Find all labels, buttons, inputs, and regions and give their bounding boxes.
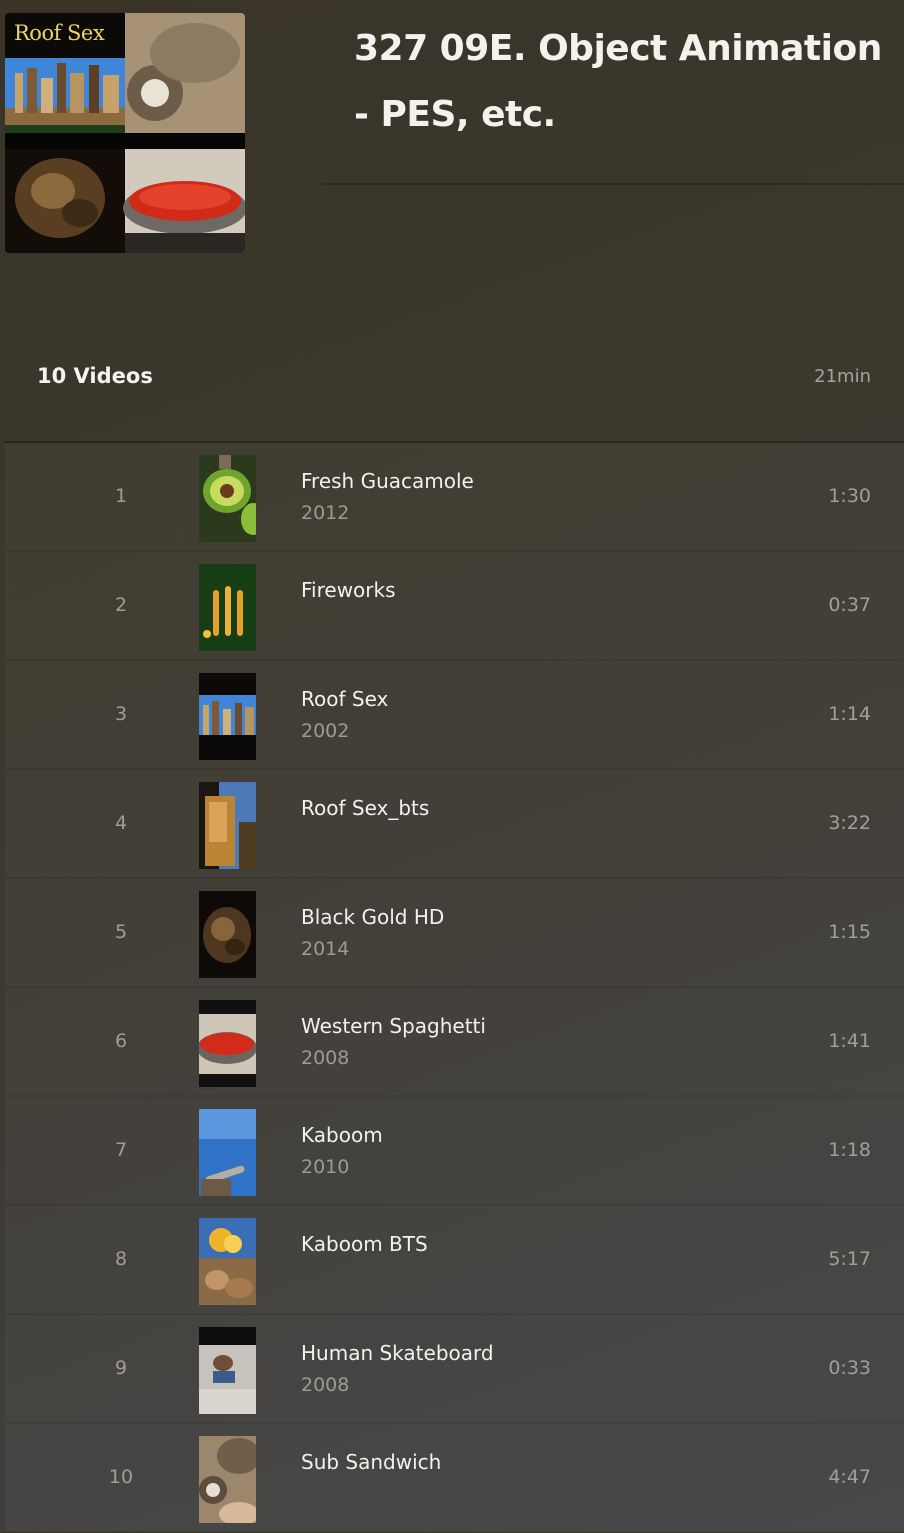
video-thumbnail[interactable] xyxy=(199,1000,256,1087)
video-title[interactable]: Kaboom BTS xyxy=(301,1232,428,1256)
video-row[interactable]: 6 Western Spaghetti 2008 1:41 xyxy=(5,988,904,1095)
video-index: 1 xyxy=(114,485,128,507)
video-row[interactable]: 2 Fireworks 0:37 xyxy=(5,552,904,659)
video-title[interactable]: Fireworks xyxy=(301,578,396,602)
video-title[interactable]: Roof Sex xyxy=(301,687,388,711)
video-year: 2008 xyxy=(301,1047,350,1069)
video-thumbnail[interactable] xyxy=(199,564,256,651)
cover-title-text: Roof Sex xyxy=(14,21,105,45)
playlist-cover-image[interactable]: Roof Sex xyxy=(5,13,245,253)
video-duration: 1:30 xyxy=(828,485,871,507)
playlist-header: Roof Sex 327 09E. Object Animation - PES… xyxy=(0,0,904,300)
video-duration: 0:33 xyxy=(828,1357,871,1379)
video-year: 2014 xyxy=(301,938,350,960)
video-thumbnail[interactable] xyxy=(199,455,256,542)
video-index: 2 xyxy=(114,594,128,616)
video-thumbnail[interactable] xyxy=(199,782,256,869)
video-duration: 0:37 xyxy=(828,594,871,616)
total-duration: 21min xyxy=(814,366,871,387)
video-year: 2010 xyxy=(301,1156,350,1178)
playlist-title: 327 09E. Object Animation - PES, etc. xyxy=(354,28,882,135)
video-duration: 5:17 xyxy=(828,1248,871,1270)
video-thumbnail[interactable] xyxy=(199,673,256,760)
video-duration: 3:22 xyxy=(828,812,871,834)
video-title[interactable]: Fresh Guacamole xyxy=(301,469,474,493)
video-duration: 1:41 xyxy=(828,1030,871,1052)
video-duration: 1:18 xyxy=(828,1139,871,1161)
video-title[interactable]: Human Skateboard xyxy=(301,1341,494,1365)
video-duration: 1:15 xyxy=(828,921,871,943)
video-title[interactable]: Western Spaghetti xyxy=(301,1014,486,1038)
video-year: 2012 xyxy=(301,502,350,524)
video-row[interactable]: 1 Fresh Guacamole 2012 1:30 xyxy=(5,443,904,550)
video-index: 5 xyxy=(114,921,128,943)
video-row[interactable]: 3 Roof Sex 2002 1:14 xyxy=(5,661,904,768)
video-thumbnail[interactable] xyxy=(199,1218,256,1305)
video-thumbnail[interactable] xyxy=(199,1327,256,1414)
video-row[interactable]: 5 Black Gold HD 2014 1:15 xyxy=(5,879,904,986)
video-row[interactable]: 7 Kaboom 2010 1:18 xyxy=(5,1097,904,1204)
video-index: 3 xyxy=(114,703,128,725)
video-row[interactable]: 10 Sub Sandwich 4:47 xyxy=(5,1424,904,1531)
video-index: 9 xyxy=(114,1357,128,1379)
video-year: 2008 xyxy=(301,1374,350,1396)
video-title[interactable]: Roof Sex_bts xyxy=(301,796,429,820)
video-count: 10 Videos xyxy=(37,364,153,388)
video-title[interactable]: Sub Sandwich xyxy=(301,1450,441,1474)
video-title[interactable]: Black Gold HD xyxy=(301,905,444,929)
video-duration: 4:47 xyxy=(828,1466,871,1488)
video-index: 6 xyxy=(114,1030,128,1052)
video-row[interactable]: 4 Roof Sex_bts 3:22 xyxy=(5,770,904,877)
video-duration: 1:14 xyxy=(828,703,871,725)
video-row[interactable]: 8 Kaboom BTS 5:17 xyxy=(5,1206,904,1313)
video-index: 8 xyxy=(114,1248,128,1270)
playlist-summary: 10 Videos 21min xyxy=(0,350,904,404)
video-thumbnail[interactable] xyxy=(199,1436,256,1523)
title-divider xyxy=(322,183,904,185)
video-title[interactable]: Kaboom xyxy=(301,1123,383,1147)
video-row[interactable]: 9 Human Skateboard 2008 0:33 xyxy=(5,1315,904,1422)
video-index: 10 xyxy=(108,1466,134,1488)
video-index: 7 xyxy=(114,1139,128,1161)
video-index: 4 xyxy=(114,812,128,834)
video-thumbnail[interactable] xyxy=(199,891,256,978)
video-thumbnail[interactable] xyxy=(199,1109,256,1196)
video-list: 1 Fresh Guacamole 2012 1:30 2 Fireworks … xyxy=(5,443,904,1533)
video-year: 2002 xyxy=(301,720,350,742)
